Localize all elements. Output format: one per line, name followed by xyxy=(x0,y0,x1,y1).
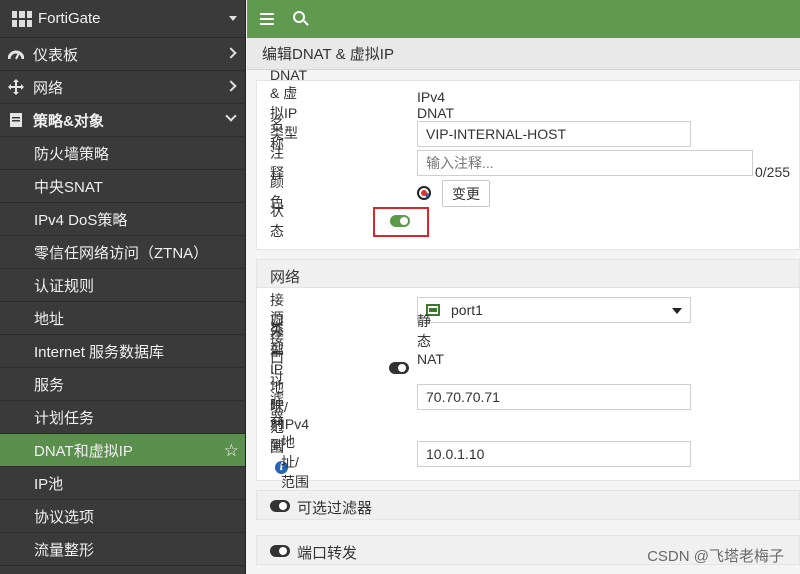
dropdown-arrow-icon xyxy=(672,308,682,314)
optional-filter-section: 可选过滤器 xyxy=(256,490,800,520)
change-color-button[interactable]: 变更 xyxy=(442,180,490,207)
sidebar-item-label: 流量整形 xyxy=(34,541,95,559)
sidebar-item-label: DNAT和虚拟IP xyxy=(34,442,133,460)
sidebar-item-2[interactable]: 策略&对象 xyxy=(0,104,245,137)
sidebar-item-label: 认证规则 xyxy=(34,277,95,295)
source-filter-toggle[interactable] xyxy=(389,362,409,374)
top-bar xyxy=(247,0,800,38)
sidebar-item-3[interactable]: 防火墙策略 xyxy=(0,137,245,170)
nat-type-value: 静态NAT xyxy=(417,313,444,367)
page-title-bar: 编辑DNAT & 虚拟IP xyxy=(247,38,800,70)
type-value: IPv4 DNAT xyxy=(417,89,455,121)
sidebar-item-1[interactable]: 网络 xyxy=(0,71,245,104)
optional-filter-label: 可选过滤器 xyxy=(297,500,373,517)
port-forward-label: 端口转发 xyxy=(297,545,358,562)
sidebar-item-12[interactable]: DNAT和虚拟IP ☆ xyxy=(0,434,245,467)
interface-select[interactable]: port1 xyxy=(417,297,691,323)
chevron-right-icon xyxy=(225,80,237,92)
sidebar-item-label: 计划任务 xyxy=(34,409,95,427)
sidebar-item-7[interactable]: 认证规则 xyxy=(0,269,245,302)
color-palette-icon xyxy=(417,186,431,200)
interface-value: port1 xyxy=(451,302,483,318)
sidebar-item-6[interactable]: 零信任网络访问（ZTNA） xyxy=(0,236,245,269)
sidebar-item-label: 仪表板 xyxy=(33,46,79,64)
network-section-title: 网络 xyxy=(270,269,301,286)
sidebar-item-label: 网络 xyxy=(33,79,64,97)
sidebar-nav: 仪表板网络策略&对象防火墙策略中央SNAT IPv4 DoS策略零信任网络访问（Z… xyxy=(0,38,245,566)
sidebar-item-label: 服务 xyxy=(34,376,65,394)
sidebar-item-label: 策略&对象 xyxy=(33,112,104,130)
sidebar-item-label: IPv4 DoS策略 xyxy=(34,211,128,229)
sidebar-item-label: 地址 xyxy=(34,310,65,328)
ipv4-range-input[interactable]: 10.0.1.10 xyxy=(417,441,691,467)
network-section-header: 网络 xyxy=(257,260,799,288)
sidebar-item-14[interactable]: 协议选项 xyxy=(0,500,245,533)
network-icon xyxy=(8,79,24,95)
sidebar-item-5[interactable]: IPv4 DoS策略 xyxy=(0,203,245,236)
comment-textarea[interactable]: 输入注释... xyxy=(417,150,753,176)
sidebar-item-label: 防火墙策略 xyxy=(34,145,110,163)
watermark: CSDN @飞塔老梅子 xyxy=(647,548,784,565)
port-forward-toggle[interactable] xyxy=(270,545,290,557)
policy-objects-icon xyxy=(8,112,24,128)
ipv4-range-label: IPv4地址/范围 xyxy=(281,416,310,490)
optional-filter-toggle[interactable] xyxy=(270,500,290,512)
main-content: DNAT & 虚拟IP类型 IPv4 DNAT 名称 VIP-INTERNAL-… xyxy=(256,67,800,574)
sidebar-item-label: IP池 xyxy=(34,475,64,493)
chevron-right-icon xyxy=(225,47,237,59)
chevron-down-icon xyxy=(225,110,237,122)
favorite-star-icon[interactable]: ☆ xyxy=(224,441,239,461)
sidebar-item-8[interactable]: 地址 xyxy=(0,302,245,335)
sidebar-item-9[interactable]: Internet 服务数据库 xyxy=(0,335,245,368)
brand-name: FortiGate xyxy=(38,10,101,27)
page-title: 编辑DNAT & 虚拟IP xyxy=(262,46,394,63)
sidebar-item-15[interactable]: 流量整形 xyxy=(0,533,245,566)
sidebar-item-label: 中央SNAT xyxy=(34,178,103,196)
network-panel: 网络 接口 port1 类型 静态NAT 源接口过滤器 外部IP地址/范围i 7… xyxy=(256,259,800,490)
sidebar-item-4[interactable]: 中央SNAT xyxy=(0,170,245,203)
general-panel: DNAT & 虚拟IP类型 IPv4 DNAT 名称 VIP-INTERNAL-… xyxy=(256,67,800,250)
sidebar: FortiGate 仪表板网络策略&对象防火墙策略中央SNAT IPv4 DoS策… xyxy=(0,0,246,574)
sidebar-item-10[interactable]: 服务 xyxy=(0,368,245,401)
sidebar-item-0[interactable]: 仪表板 xyxy=(0,38,245,71)
status-label: 状态 xyxy=(270,203,284,239)
search-icon[interactable] xyxy=(293,11,309,27)
sidebar-item-label: Internet 服务数据库 xyxy=(34,343,165,361)
sidebar-item-11[interactable]: 计划任务 xyxy=(0,401,245,434)
hamburger-menu-icon[interactable] xyxy=(260,13,274,25)
comment-counter: 0/255 xyxy=(755,164,791,180)
status-toggle[interactable] xyxy=(390,215,410,227)
sidebar-item-13[interactable]: IP池 xyxy=(0,467,245,500)
name-input[interactable]: VIP-INTERNAL-HOST xyxy=(417,121,691,147)
fortinet-logo-icon xyxy=(12,10,32,27)
dashboard-icon xyxy=(8,46,24,62)
sidebar-item-label: 零信任网络访问（ZTNA） xyxy=(34,244,209,262)
external-ip-input[interactable]: 70.70.70.71 xyxy=(417,384,691,410)
caret-down-icon xyxy=(229,16,237,21)
brand-switcher[interactable]: FortiGate xyxy=(0,0,245,38)
sidebar-item-label: 协议选项 xyxy=(34,508,95,526)
